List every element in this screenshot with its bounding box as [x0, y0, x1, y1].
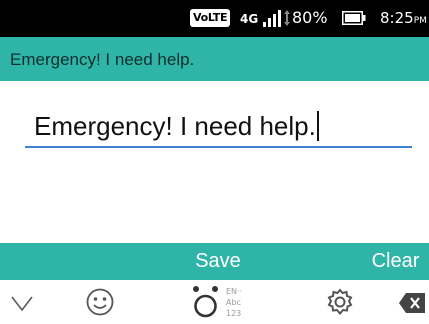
clock-time: 8:25 — [380, 9, 414, 27]
input-method-labels: EN·· Abc 123 — [226, 286, 256, 322]
clock: 8:25PM — [380, 8, 427, 31]
volte-badge: VoLTE — [190, 9, 231, 27]
page-title: Emergency! I need help. — [10, 50, 195, 69]
network-type: 4G — [240, 12, 259, 26]
input-method-icon[interactable] — [191, 284, 221, 320]
settings-gear-icon[interactable] — [326, 288, 354, 316]
battery-percent: 80% — [292, 8, 328, 27]
signal-bars-icon — [263, 10, 281, 27]
text-cursor — [316, 111, 319, 141]
title-bar: Emergency! I need help. — [0, 37, 429, 81]
message-input[interactable]: Emergency! I need help. — [25, 104, 412, 148]
clear-button[interactable]: Clear — [362, 243, 429, 280]
ime-label-en: EN·· — [226, 287, 243, 296]
emoji-icon[interactable] — [86, 288, 114, 316]
save-button[interactable]: Save — [182, 243, 254, 280]
status-bar: VoLTE 4G 80% 8:25PM — [0, 0, 429, 37]
backspace-icon[interactable] — [398, 292, 426, 314]
keyboard-toolbar: EN·· Abc 123 — [0, 280, 429, 324]
message-input-wrapper[interactable]: Emergency! I need help. — [34, 110, 319, 142]
chevron-down-icon[interactable] — [10, 294, 34, 312]
ime-label-abc: Abc — [226, 298, 241, 307]
action-bar: Save Clear — [0, 243, 429, 280]
battery-icon — [342, 11, 366, 25]
ime-label-123: 123 — [226, 309, 242, 318]
data-arrows-icon — [284, 10, 290, 26]
clock-ampm: PM — [413, 16, 427, 26]
message-input-value[interactable]: Emergency! I need help. — [34, 111, 316, 141]
